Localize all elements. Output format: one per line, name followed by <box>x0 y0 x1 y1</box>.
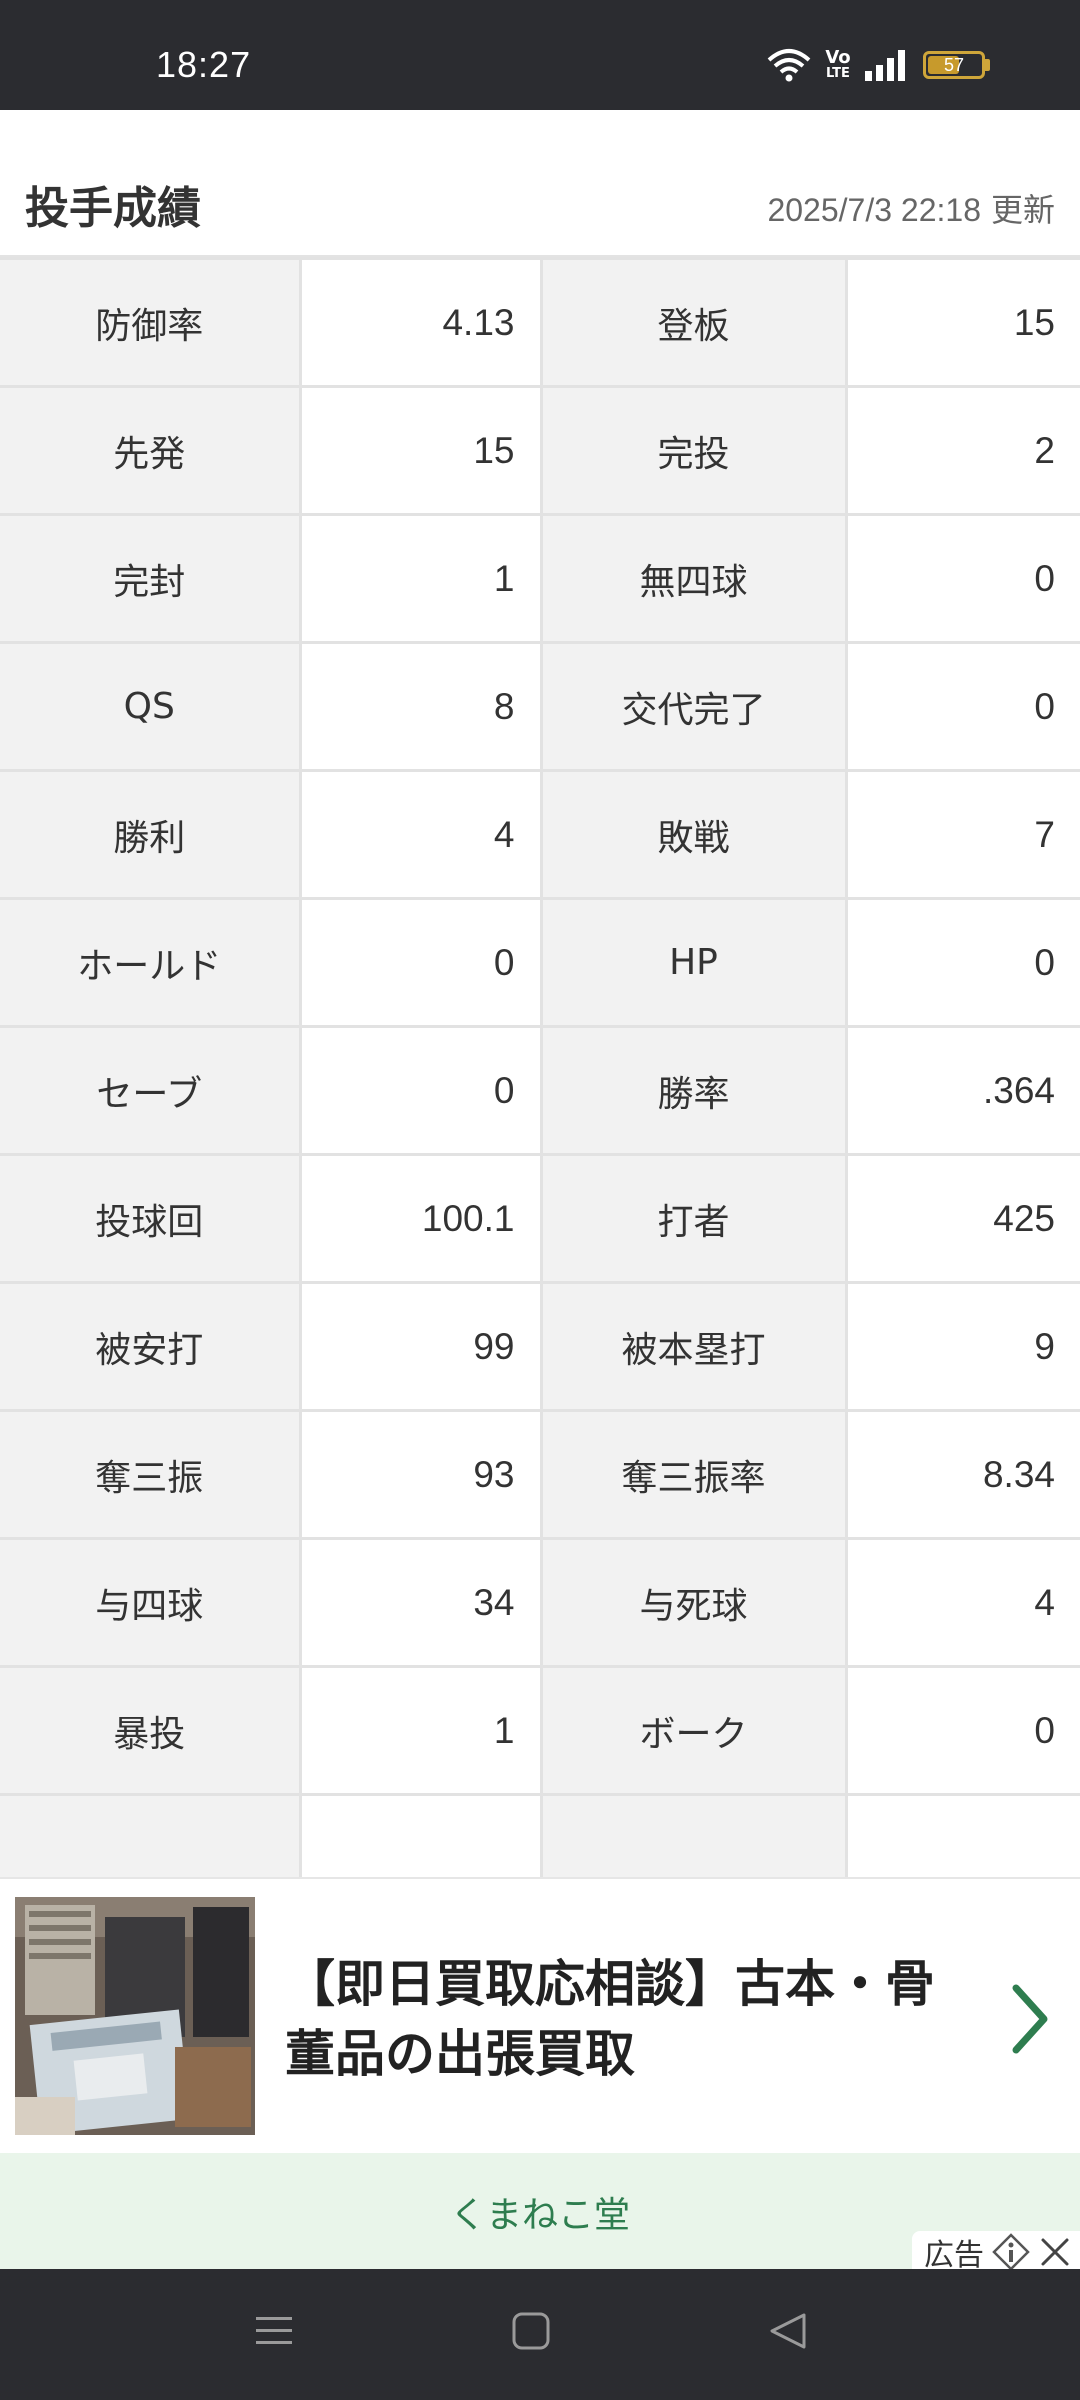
stat-value: 4 <box>844 1537 1080 1668</box>
stat-label: 打者 <box>539 1153 848 1284</box>
stat-label: セーブ <box>0 1025 302 1156</box>
stat-value: 99 <box>298 1281 543 1412</box>
stat-value: 0 <box>298 1025 543 1156</box>
stat-label: 勝利 <box>0 769 302 900</box>
stat-value: 8 <box>298 641 543 772</box>
stat-label: QS <box>0 641 302 772</box>
stat-label: 敗戦 <box>539 769 848 900</box>
home-icon[interactable] <box>511 2311 551 2351</box>
stats-row: 与四球 34 与死球 4 <box>0 1537 1080 1668</box>
stat-value: 100.1 <box>298 1153 543 1284</box>
stat-label: 登板 <box>539 257 848 388</box>
stats-row: 防御率 4.13 登板 15 <box>0 257 1080 388</box>
updated-timestamp: 2025/7/3 22:18 更新 <box>767 185 1055 231</box>
stat-value: 0 <box>844 641 1080 772</box>
stat-value: 15 <box>298 385 543 516</box>
stats-row: 完封 1 無四球 0 <box>0 513 1080 644</box>
stat-label: ホールド <box>0 897 302 1028</box>
close-icon[interactable] <box>1038 2235 1072 2269</box>
system-nav-bar <box>0 2269 1080 2400</box>
stat-value: 0 <box>844 513 1080 644</box>
stat-label: 暴投 <box>0 1665 302 1796</box>
stat-value: .364 <box>844 1025 1080 1156</box>
stat-value: 2 <box>844 385 1080 516</box>
page-title: 投手成績 <box>25 183 201 234</box>
stat-value: 9 <box>844 1281 1080 1412</box>
chevron-right-icon[interactable] <box>1010 1984 1050 2054</box>
ad-thumbnail-image <box>15 1897 255 2135</box>
stats-row: ホールド 0 HP 0 <box>0 897 1080 1028</box>
stats-row: 先発 15 完投 2 <box>0 385 1080 516</box>
stat-value: 0 <box>298 897 543 1028</box>
volte-icon: Vo LTE <box>825 47 851 81</box>
stat-value: 7 <box>844 769 1080 900</box>
stat-value: 0 <box>844 897 1080 1028</box>
wifi-icon <box>767 49 811 82</box>
stat-value: 15 <box>844 257 1080 388</box>
stat-label <box>539 1793 848 1877</box>
stats-header: 投手成績 2025/7/3 22:18 更新 <box>0 110 1080 258</box>
stat-label: 先発 <box>0 385 302 516</box>
stat-label: 奪三振 <box>0 1409 302 1540</box>
stats-row: 奪三振 93 奪三振率 8.34 <box>0 1409 1080 1540</box>
stat-value <box>298 1793 543 1877</box>
stat-label: 奪三振率 <box>539 1409 848 1540</box>
stats-row <box>0 1793 1080 1877</box>
stat-value: 1 <box>298 513 543 644</box>
updated-date: 2025/7/3 22:18 <box>767 192 981 228</box>
stat-value: 425 <box>844 1153 1080 1284</box>
stat-label: 交代完了 <box>539 641 848 772</box>
stats-row: QS 8 交代完了 0 <box>0 641 1080 772</box>
stat-label: HP <box>539 897 848 1028</box>
stats-row: 勝利 4 敗戦 7 <box>0 769 1080 900</box>
stat-value: 4 <box>298 769 543 900</box>
stat-value: 0 <box>844 1665 1080 1796</box>
ad-thumbnail[interactable] <box>15 1897 255 2135</box>
stat-label: 投球回 <box>0 1153 302 1284</box>
stats-row: 暴投 1 ボーク 0 <box>0 1665 1080 1796</box>
status-bar: 18:27 Vo LTE 57 <box>0 0 1080 110</box>
ad-label: 広告 <box>912 2231 1080 2273</box>
stat-label: 与死球 <box>539 1537 848 1668</box>
stat-label: 被安打 <box>0 1281 302 1412</box>
stat-label: 与四球 <box>0 1537 302 1668</box>
ad-title[interactable]: 【即日買取応相談】古本・骨董品の出張買取 <box>285 1949 965 2089</box>
stat-label: 完投 <box>539 385 848 516</box>
stat-value: 93 <box>298 1409 543 1540</box>
stat-value: 8.34 <box>844 1409 1080 1540</box>
ad-banner[interactable]: 【即日買取応相談】古本・骨董品の出張買取 くまねこ堂 広告 <box>0 1877 1080 2273</box>
status-icons: Vo LTE 57 <box>767 48 990 82</box>
battery-level: 57 <box>943 54 965 75</box>
ad-choices-icon[interactable] <box>992 2233 1030 2271</box>
pitching-stats-table: 防御率 4.13 登板 15 先発 15 完投 2 完封 1 無四球 0 QS 8 交代完了 0 勝利 4 敗戦 7 ホ… <box>0 257 1080 1877</box>
stat-label: ボーク <box>539 1665 848 1796</box>
stat-value: 1 <box>298 1665 543 1796</box>
back-icon[interactable] <box>768 2311 808 2351</box>
stat-label: 勝率 <box>539 1025 848 1156</box>
stats-row: 投球回 100.1 打者 425 <box>0 1153 1080 1284</box>
stat-label <box>0 1793 302 1877</box>
stat-value: 34 <box>298 1537 543 1668</box>
stats-row: セーブ 0 勝率 .364 <box>0 1025 1080 1156</box>
stat-value: 4.13 <box>298 257 543 388</box>
stat-label: 防御率 <box>0 257 302 388</box>
updated-label: 更新 <box>990 192 1055 228</box>
stat-value <box>844 1793 1080 1877</box>
battery-icon: 57 <box>923 51 990 79</box>
signal-icon <box>865 50 905 81</box>
menu-icon[interactable] <box>254 2311 294 2351</box>
stats-row: 被安打 99 被本塁打 9 <box>0 1281 1080 1412</box>
stat-label: 完封 <box>0 513 302 644</box>
status-time: 18:27 <box>156 44 252 85</box>
stat-label: 無四球 <box>539 513 848 644</box>
stat-label: 被本塁打 <box>539 1281 848 1412</box>
